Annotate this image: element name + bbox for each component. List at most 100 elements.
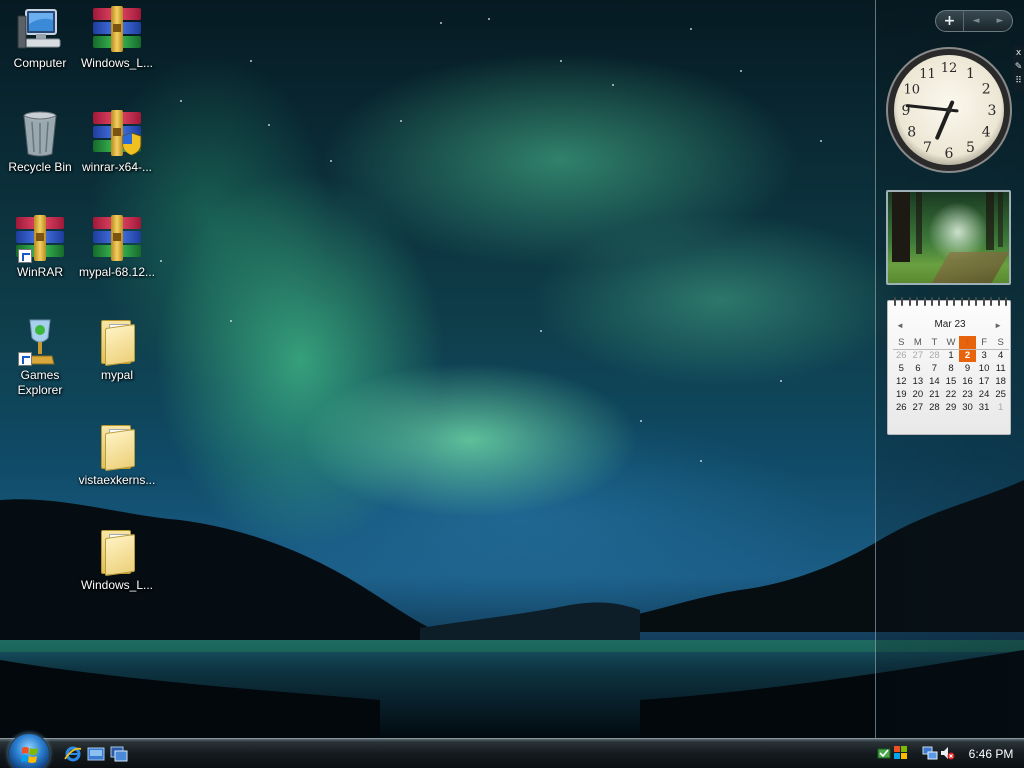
calendar-day-cell[interactable]: 3: [976, 349, 993, 362]
calendar-day-cell[interactable]: 26: [893, 401, 910, 414]
games-explorer-icon: [14, 318, 66, 366]
drag-gadget-handle[interactable]: ⠿: [1013, 74, 1024, 88]
calendar-day-cell[interactable]: 18: [992, 375, 1009, 388]
winrar-icon: [14, 215, 66, 263]
add-gadget-button[interactable]: +: [936, 11, 964, 31]
desktop-icon-winrar-installer[interactable]: winrar-x64-...: [77, 110, 157, 175]
next-gadget-page-button[interactable]: ►: [988, 11, 1012, 31]
calendar-day-cell[interactable]: 29: [943, 401, 960, 414]
calendar-day-cell[interactable]: 10: [976, 362, 993, 375]
calendar-day-cell[interactable]: 20: [910, 388, 927, 401]
desktop-icon-recycle-bin[interactable]: Recycle Bin: [0, 110, 80, 175]
desktop-icon-label: Computer: [13, 56, 67, 70]
calendar-weekday-label: S: [992, 336, 1009, 350]
clock-numeral: 6: [945, 146, 954, 162]
calendar-day-cell[interactable]: 24: [976, 388, 993, 401]
calendar-day-cell[interactable]: 23: [959, 388, 976, 401]
safely-remove-hardware-icon[interactable]: [876, 745, 892, 761]
calendar-day-cell[interactable]: 25: [992, 388, 1009, 401]
calendar-ring: [923, 297, 926, 306]
calendar-day-cell[interactable]: 28: [926, 349, 943, 362]
calendar-day-cell[interactable]: 5: [893, 362, 910, 375]
calendar-ring: [901, 297, 904, 306]
calendar-day-cell[interactable]: 27: [910, 349, 927, 362]
network-icon[interactable]: [922, 745, 938, 761]
shortcut-arrow-icon: [18, 352, 32, 366]
desktop-icon-windows-folder[interactable]: Windows_L...: [77, 528, 157, 593]
calendar-ring: [982, 297, 985, 306]
internet-explorer-icon[interactable]: [64, 745, 82, 763]
gadget-options-button[interactable]: ✎: [1013, 60, 1024, 74]
desktop-icon-label: WinRAR: [16, 265, 63, 279]
calendar-day-cell[interactable]: 16: [959, 375, 976, 388]
desktop-icon-label: mypal-68.12...: [78, 265, 156, 279]
calendar-day-cell[interactable]: 26: [893, 349, 910, 362]
volume-muted-icon[interactable]: [939, 745, 955, 761]
slideshow-gadget[interactable]: [886, 190, 1011, 285]
desktop-icon-vistaexkerns-folder[interactable]: vistaexkerns...: [77, 423, 157, 488]
calendar-day-cell[interactable]: 21: [926, 388, 943, 401]
calendar-day-cell[interactable]: 1: [943, 349, 960, 362]
calendar-day-cell[interactable]: 30: [959, 401, 976, 414]
show-desktop-icon[interactable]: [87, 745, 105, 763]
windows-flag-icon: [21, 747, 38, 763]
windows-update-icon[interactable]: [893, 745, 909, 761]
recycle-bin-icon: [14, 110, 66, 158]
calendar-day-cell[interactable]: 17: [976, 375, 993, 388]
calendar-ring: [931, 297, 933, 306]
calendar-day-cell[interactable]: 28: [926, 401, 943, 414]
clock-center-pin: [946, 107, 952, 113]
taskbar: 6:46 PM: [0, 733, 1024, 768]
desktop-icon-games-explorer[interactable]: Games Explorer: [0, 318, 80, 398]
calendar-day-cell[interactable]: 31: [976, 401, 993, 414]
calendar-day-cell[interactable]: 15: [943, 375, 960, 388]
uac-shield-icon: [122, 132, 142, 156]
clock-numeral: 11: [919, 67, 936, 82]
windows-start-orb-icon[interactable]: [8, 733, 50, 768]
calendar-day-cell[interactable]: 1: [992, 401, 1009, 414]
desktop-icon-windows-archive[interactable]: Windows_L...: [77, 6, 157, 71]
calendar-ring: [938, 297, 941, 306]
desktop-icon-computer[interactable]: Computer: [0, 6, 80, 71]
calendar-day-cell[interactable]: 22: [943, 388, 960, 401]
desktop-icon-label: Recycle Bin: [8, 160, 72, 174]
calendar-today-cell[interactable]: 2: [959, 349, 976, 362]
forest-path-photo: [888, 192, 1009, 283]
calendar-day-cell[interactable]: 13: [910, 375, 927, 388]
calendar-day-cell[interactable]: 7: [926, 362, 943, 375]
taskbar-clock[interactable]: 6:46 PM: [962, 741, 1020, 767]
calendar-ring: [1005, 297, 1007, 306]
desktop-icon-label: Games Explorer: [17, 368, 63, 397]
calendar-grid: S M T W T F S 26 27 28 1 2 3 4 5 6 7 8 9 10 11 12 13 14 15 16 17 18…: [893, 336, 1009, 414]
calendar-day-cell[interactable]: 9: [959, 362, 976, 375]
calendar-ring: [953, 297, 956, 306]
desktop-icon-winrar[interactable]: WinRAR: [0, 215, 80, 280]
desktop-icon-mypal-folder[interactable]: mypal: [77, 318, 157, 383]
computer-icon: [14, 6, 66, 54]
calendar-day-cell[interactable]: 12: [893, 375, 910, 388]
calendar-day-cell[interactable]: 8: [943, 362, 960, 375]
clock-numeral: 3: [988, 103, 997, 119]
calendar-day-cell[interactable]: 27: [910, 401, 927, 414]
calendar-day-cell[interactable]: 11: [992, 362, 1009, 375]
clock-numeral: 10: [903, 83, 920, 98]
calendar-gadget[interactable]: ◄ Mar 23 ► S M T W T F S 26 27 28 1 2 3 4 5 6 7 8 9 10 11 12 1…: [887, 297, 1011, 435]
desktop-icon-label: vistaexkerns...: [78, 473, 156, 487]
clock-gadget[interactable]: 12 1234567891011: [885, 46, 1013, 174]
calendar-next-month-button[interactable]: ►: [994, 319, 1002, 333]
calendar-day-cell[interactable]: 14: [926, 375, 943, 388]
clock-numeral: 1: [966, 66, 975, 82]
calendar-day-cell[interactable]: 19: [893, 388, 910, 401]
calendar-weekday-label: S: [893, 336, 910, 350]
desktop-icon-mypal-archive[interactable]: mypal-68.12...: [77, 215, 157, 280]
calendar-weekday-label: T: [926, 336, 943, 350]
sidebar-controls: + ◄ ►: [935, 10, 1013, 32]
shortcut-arrow-icon: [18, 249, 32, 263]
calendar-day-cell[interactable]: 6: [910, 362, 927, 375]
previous-gadget-page-button[interactable]: ◄: [964, 11, 988, 31]
winrar-archive-icon: [91, 6, 143, 54]
calendar-ring: [960, 297, 963, 306]
calendar-day-cell[interactable]: 4: [992, 349, 1009, 362]
close-gadget-button[interactable]: x: [1013, 46, 1024, 60]
switch-windows-icon[interactable]: [110, 745, 128, 763]
